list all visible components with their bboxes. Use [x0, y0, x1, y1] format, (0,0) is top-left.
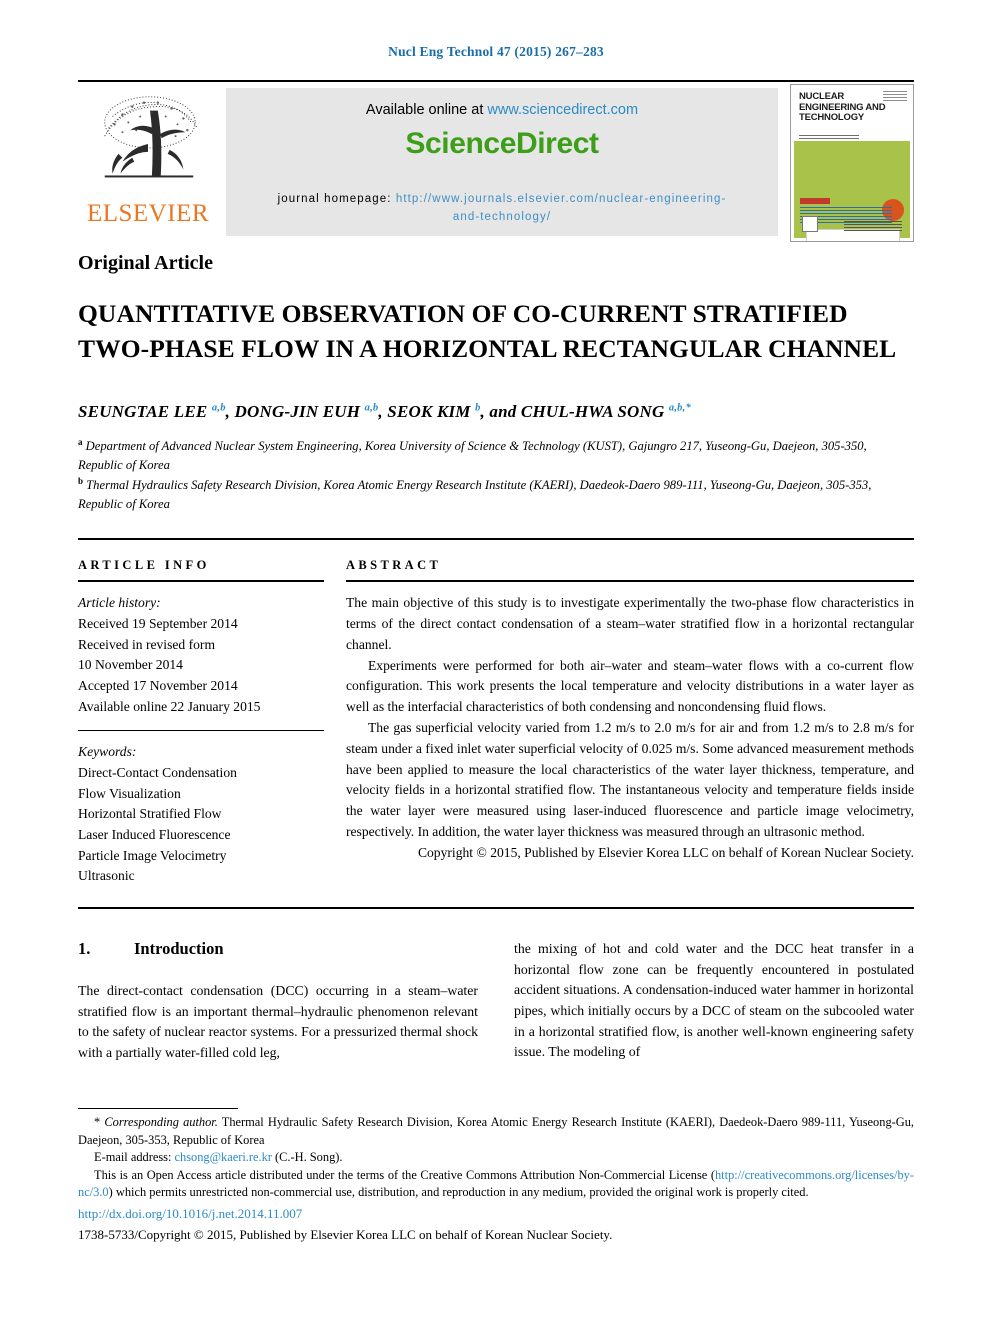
elsevier-tree-icon [89, 88, 207, 200]
sciencedirect-banner: Available online at www.sciencedirect.co… [226, 88, 778, 236]
sciencedirect-logo[interactable]: ScienceDirect [405, 127, 599, 161]
author-list: SEUNGTAE LEE a,b, DONG-JIN EUH a,b, SEOK… [78, 402, 691, 422]
abstract-paragraph: The gas superficial velocity varied from… [346, 720, 914, 840]
corresponding-marker: * [94, 1115, 101, 1129]
affiliation-a-marker: a [78, 437, 83, 448]
abstract-block-bottom-rule [78, 906, 914, 909]
license-text-before: This is an Open Access article distribut… [94, 1167, 715, 1182]
abstract-paragraph: Experiments were performed for both air–… [346, 657, 914, 715]
history-item: Received 19 September 2014 [78, 615, 238, 631]
header-top-rule [78, 80, 914, 82]
cover-inner: NUCLEAR ENGINEERING AND TECHNOLOGY [794, 88, 910, 241]
affiliation-a: a Department of Advanced Nuclear System … [78, 436, 914, 475]
corresponding-author-label: Corresponding author. [104, 1115, 218, 1129]
available-online-label: Available online at [365, 102, 488, 118]
intro-paragraph-right: the mixing of hot and cold water and the… [514, 940, 914, 1060]
section-title: Introduction [134, 938, 224, 958]
intro-paragraph-left: The direct-contact condensation (DCC) oc… [78, 982, 478, 1060]
page-title: QUANTITATIVE OBSERVATION OF CO-CURRENT S… [78, 299, 897, 363]
article-content: Original Article QUANTITATIVE OBSERVATIO… [78, 252, 914, 1064]
section-heading-introduction: 1. Introduction [78, 939, 478, 959]
journal-cover-thumbnail: NUCLEAR ENGINEERING AND TECHNOLOGY [790, 84, 914, 242]
body-column-right: the mixing of hot and cold water and the… [514, 939, 914, 1064]
journal-homepage-link[interactable]: http://www.journals.elsevier.com/nuclear… [396, 193, 727, 223]
cover-society-mark [844, 221, 902, 231]
abstract-heading: ABSTRACT [346, 558, 442, 573]
sciencedirect-url-link[interactable]: www.sciencedirect.com [487, 102, 638, 118]
journal-header-band: ELSEVIER Available online at www.science… [78, 84, 914, 242]
paper-page: Nucl Eng Technol 47 (2015) 267–283 ELSEV… [0, 0, 992, 1323]
elsevier-wordmark: ELSEVIER [86, 200, 210, 227]
footnote-block: * Corresponding author. Thermal Hydrauli… [78, 1114, 914, 1244]
article-type-kicker: Original Article [78, 252, 213, 274]
cover-red-bar [800, 198, 830, 204]
abstract-column: ABSTRACT The main objective of this stud… [346, 558, 914, 887]
email-note: E-mail address: chsong@kaeri.re.kr (C.-H… [78, 1149, 914, 1167]
corresponding-author-note: * Corresponding author. Thermal Hydrauli… [78, 1114, 914, 1149]
keyword-item: Ultrasonic [78, 868, 135, 884]
affiliation-b-marker: b [78, 476, 84, 487]
abstract-block-top-rule [78, 538, 914, 541]
abstract-copyright: Copyright © 2015, Published by Elsevier … [417, 844, 914, 860]
elsevier-logo: ELSEVIER [78, 84, 218, 242]
article-info-rule [78, 580, 324, 583]
abstract-rule [346, 580, 914, 583]
affiliation-a-text: Department of Advanced Nuclear System En… [78, 439, 867, 473]
article-info-heading: ARTICLE INFO [78, 558, 210, 573]
history-item: 10 November 2014 [78, 657, 183, 673]
section-number: 1. [78, 938, 91, 958]
cover-title-text: NUCLEAR ENGINEERING AND TECHNOLOGY [799, 91, 886, 124]
body-columns: 1. Introduction The direct-contact conde… [78, 939, 914, 1064]
footnote-rule [78, 1108, 238, 1109]
keywords-label: Keywords: [78, 744, 137, 760]
running-head: Nucl Eng Technol 47 (2015) 267–283 [388, 44, 604, 59]
journal-homepage-label: journal homepage: [277, 193, 396, 205]
history-item: Accepted 17 November 2014 [78, 677, 238, 693]
keyword-item: Laser Induced Fluorescence [78, 826, 231, 842]
email-suffix: (C.-H. Song). [271, 1150, 343, 1165]
affiliation-b-text: Thermal Hydraulics Safety Research Divis… [78, 478, 872, 512]
cover-elsevier-mark [802, 216, 818, 232]
keyword-item: Particle Image Velocimetry [78, 847, 227, 863]
license-text-after: ) which permits unrestricted non-commerc… [108, 1185, 809, 1200]
abstract-paragraph: The main objective of this study is to i… [346, 595, 914, 652]
issn-copyright-line: 1738-5733/Copyright © 2015, Published by… [78, 1226, 613, 1242]
history-item: Available online 22 January 2015 [78, 698, 261, 714]
keywords-rule [78, 730, 324, 732]
body-column-left: 1. Introduction The direct-contact conde… [78, 939, 478, 1064]
cover-subtitle-bars [799, 135, 859, 139]
cover-issn-block [883, 91, 907, 101]
available-online-line: Available online at www.sciencedirect.co… [366, 102, 638, 118]
history-item: Received in revised form [78, 636, 216, 652]
keyword-item: Flow Visualization [78, 785, 181, 801]
article-history-label: Article history: [78, 595, 161, 611]
info-abstract-row: ARTICLE INFO Article history: Received 1… [78, 558, 914, 887]
journal-homepage-line: journal homepage: http://www.journals.el… [226, 191, 778, 227]
doi-link[interactable]: http://dx.doi.org/10.1016/j.net.2014.11.… [78, 1205, 914, 1223]
email-link[interactable]: chsong@kaeri.re.kr [175, 1150, 272, 1164]
article-info-column: ARTICLE INFO Article history: Received 1… [78, 558, 346, 887]
cover-green-field [794, 141, 910, 241]
keyword-item: Direct-Contact Condensation [78, 764, 237, 780]
keyword-item: Horizontal Stratified Flow [78, 806, 222, 822]
license-note: This is an Open Access article distribut… [78, 1167, 914, 1202]
affiliation-b: b Thermal Hydraulics Safety Research Div… [78, 475, 914, 514]
email-label: E-mail address: [94, 1150, 175, 1165]
